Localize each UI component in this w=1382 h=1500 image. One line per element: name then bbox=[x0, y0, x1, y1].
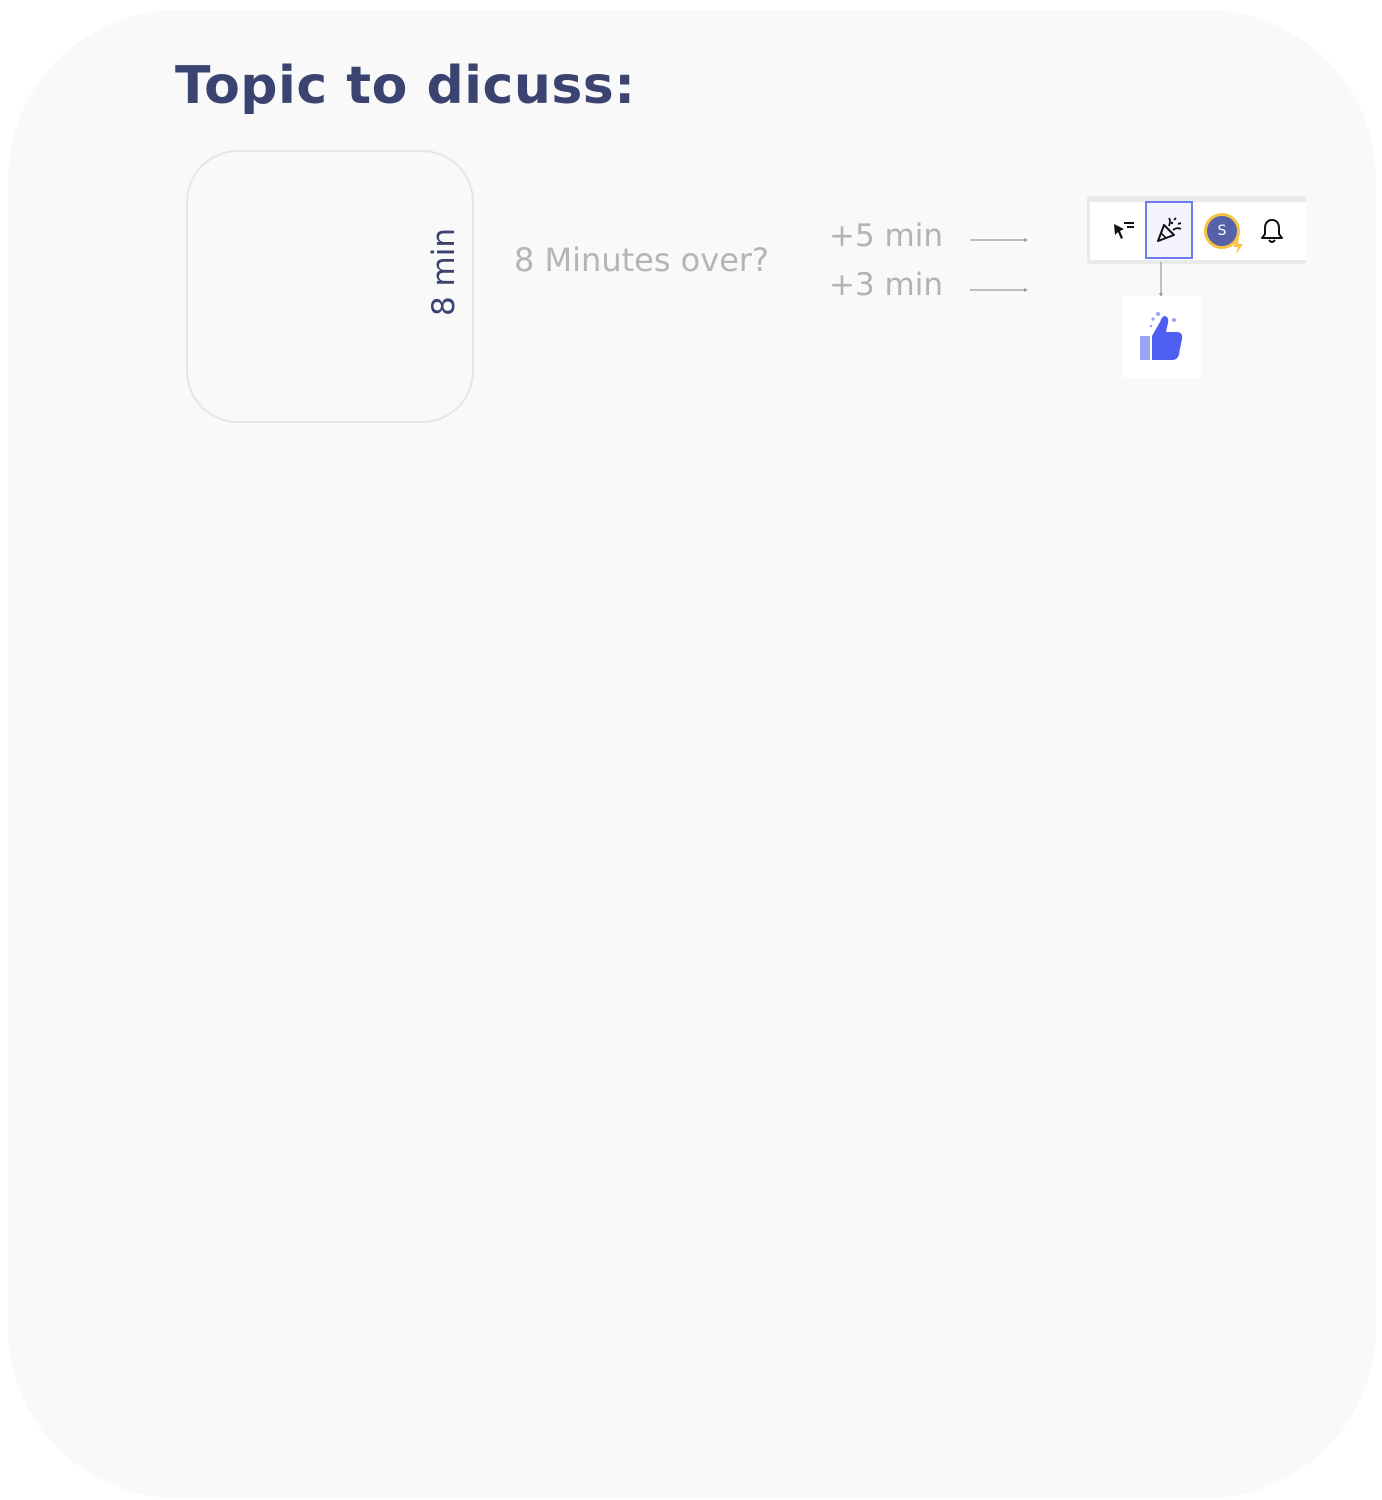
celebration-icon bbox=[1157, 217, 1182, 242]
reaction-card[interactable] bbox=[1123, 296, 1201, 378]
option-plus-3: +3 min bbox=[829, 267, 944, 303]
toolbar-select-button[interactable] bbox=[1098, 202, 1148, 260]
arrow-right-icon bbox=[970, 288, 1028, 292]
arrow-down-icon bbox=[1159, 262, 1163, 297]
arrow-right-icon bbox=[970, 238, 1028, 242]
toolbar-celebrate-button[interactable] bbox=[1145, 201, 1193, 259]
thumbs-up-icon bbox=[1140, 312, 1183, 360]
toolbar-notifications-button[interactable] bbox=[1247, 202, 1297, 260]
option-plus-5: +5 min bbox=[829, 218, 944, 254]
timer-label-text: 8 min bbox=[426, 227, 463, 317]
question-text: 8 Minutes over? bbox=[514, 241, 770, 279]
avatar: S bbox=[1204, 213, 1243, 254]
toolbar-user-button[interactable]: S bbox=[1197, 202, 1247, 260]
timer-label: 8 min bbox=[418, 226, 470, 318]
bell-icon bbox=[1261, 219, 1283, 243]
toolbar: S bbox=[1090, 201, 1306, 260]
page-title: Topic to dicuss: bbox=[175, 56, 636, 116]
avatar-initial: S bbox=[1217, 223, 1227, 239]
cursor-select-icon bbox=[1114, 222, 1134, 239]
lightning-icon bbox=[1233, 238, 1243, 254]
